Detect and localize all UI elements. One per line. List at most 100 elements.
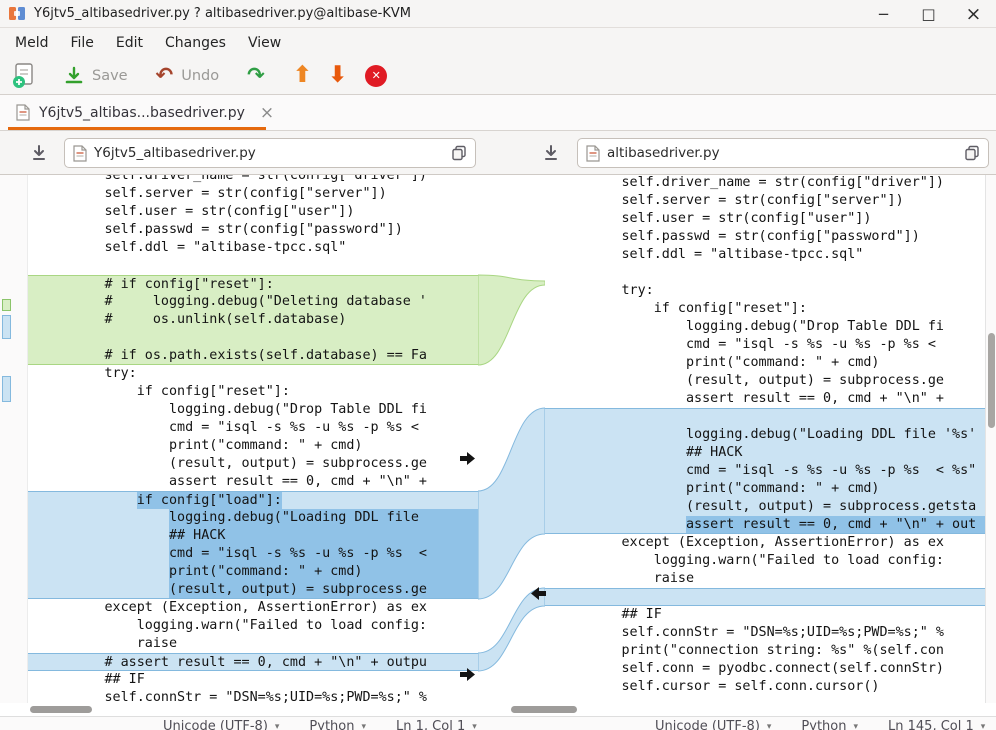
position-value: Ln 145, Col 1	[888, 719, 974, 730]
push-left-arrow-icon[interactable]	[530, 586, 547, 601]
right-vertical-scrollbar[interactable]	[985, 175, 996, 703]
left-filename: Y6jtv5_altibasedriver.py	[94, 145, 256, 161]
left-chunk-map[interactable]	[0, 175, 28, 703]
window-title: Y6jtv5_altibasedriver.py ? altibasedrive…	[34, 6, 411, 21]
save-label: Save	[92, 67, 128, 84]
next-change-button[interactable]: ⬇	[328, 64, 347, 87]
copy-path-icon[interactable]	[964, 145, 980, 161]
toolbar: Save ↶ Undo ↷ ⬆ ⬇ ✕	[0, 57, 996, 95]
scrollbar-thumb[interactable]	[511, 706, 577, 713]
close-button[interactable]: ×	[951, 0, 996, 28]
code-line: self.ddl = "altibase-tpcc.sql"	[40, 240, 347, 255]
code-line: self.connStr = "DSN=%s;UID=%s;PWD=%s;" %	[557, 625, 944, 640]
previous-change-button[interactable]: ⬆	[292, 62, 312, 88]
redo-icon: ↷	[247, 63, 265, 87]
menu-changes[interactable]: Changes	[154, 28, 237, 57]
map-mark-changed	[2, 315, 11, 339]
new-comparison-button[interactable]	[12, 62, 36, 89]
horizontal-scrollbars	[0, 703, 996, 716]
scrollbar-thumb[interactable]	[30, 706, 92, 713]
code-line: self.user = str(config["user"])	[557, 211, 872, 226]
left-goto-line-icon[interactable]	[30, 144, 48, 162]
arrow-up-icon: ⬆	[292, 62, 312, 88]
maximize-button[interactable]: □	[906, 0, 951, 28]
code-line: self.cursor = self.conn.cursor()	[557, 679, 880, 694]
left-cursor-position[interactable]: Ln 1, Col 1 ▾	[396, 719, 477, 730]
code-line: ## IF	[40, 672, 145, 687]
code-line: except (Exception, AssertionError) as ex	[40, 600, 427, 615]
right-goto-line-icon[interactable]	[542, 144, 560, 162]
save-button[interactable]: Save	[64, 66, 128, 86]
stop-button[interactable]: ✕	[365, 64, 388, 87]
minimize-button[interactable]: −	[861, 0, 906, 28]
chevron-down-icon: ▾	[980, 721, 986, 730]
code-line	[545, 408, 985, 426]
tab-label: Y6jtv5_altibas...basedriver.py	[39, 104, 245, 121]
tab-comparison[interactable]: Y6jtv5_altibas...basedriver.py ×	[8, 95, 282, 130]
code-line: # logging.debug("Deleting database '	[28, 293, 478, 311]
chevron-down-icon: ▾	[766, 721, 772, 730]
tab-close-icon[interactable]: ×	[260, 103, 274, 123]
code-line: ## HACK	[545, 444, 985, 462]
chevron-down-icon: ▾	[472, 721, 477, 730]
right-filename: altibasedriver.py	[607, 145, 720, 161]
language-value: Python	[801, 719, 847, 730]
code-line: assert result == 0, cmd + "\n" +	[40, 474, 427, 489]
code-line: logging.debug("Drop Table DDL fi	[557, 319, 944, 334]
copy-path-icon[interactable]	[451, 145, 467, 161]
code-line: cmd = "isql -s %s -u %s -p %s <	[28, 545, 478, 563]
code-line: ## HACK	[28, 527, 478, 545]
right-editor-pane[interactable]: self.driver_name = str(config["driver"])…	[545, 175, 985, 703]
menu-view[interactable]: View	[237, 28, 292, 57]
push-right-arrow-icon[interactable]	[459, 451, 476, 466]
push-right-arrow-icon[interactable]	[459, 667, 476, 682]
chevron-down-icon: ▾	[361, 721, 367, 730]
right-filename-entry[interactable]: altibasedriver.py	[577, 138, 989, 168]
undo-label: Undo	[181, 67, 220, 84]
code-line: cmd = "isql -s %s -u %s -p %s <	[40, 420, 419, 435]
menu-meld[interactable]: Meld	[4, 28, 59, 57]
code-line: if config["reset"]:	[40, 384, 290, 399]
code-line: self.server = str(config["server"])	[557, 193, 904, 208]
right-horizontal-scrollbar[interactable]	[507, 703, 985, 716]
scrollbar-thumb[interactable]	[988, 333, 995, 428]
diff-link-gutter	[478, 175, 545, 703]
right-cursor-position[interactable]: Ln 145, Col 1 ▾	[888, 719, 985, 730]
meld-window: Y6jtv5_altibasedriver.py ? altibasedrive…	[0, 0, 996, 730]
code-line: (result, output) = subprocess.getsta	[545, 498, 985, 516]
code-line: (result, output) = subprocess.ge	[28, 581, 478, 599]
chevron-down-icon: ▾	[274, 721, 280, 730]
code-line: logging.debug("Loading DDL file	[28, 509, 478, 527]
code-line: self.ddl = "altibase-tpcc.sql"	[557, 247, 864, 262]
code-line: raise	[557, 571, 695, 586]
code-line: print("command: " + cmd)	[557, 355, 880, 370]
right-language-selector[interactable]: Python ▾	[801, 719, 858, 730]
code-line: assert result == 0, cmd + "\n" + out	[545, 516, 985, 534]
left-language-selector[interactable]: Python ▾	[309, 719, 366, 730]
left-encoding-selector[interactable]: Unicode (UTF-8) ▾	[163, 719, 279, 730]
position-value: Ln 1, Col 1	[396, 719, 466, 730]
left-filename-entry[interactable]: Y6jtv5_altibasedriver.py	[64, 138, 476, 168]
left-horizontal-scrollbar[interactable]	[28, 703, 478, 716]
diff-content: self.driver_name = str(config["driver"])…	[0, 175, 996, 703]
menu-edit[interactable]: Edit	[105, 28, 154, 57]
encoding-value: Unicode (UTF-8)	[163, 719, 268, 730]
save-icon	[64, 66, 84, 86]
code-line: print("command: " + cmd)	[545, 480, 985, 498]
code-line: assert result == 0, cmd + "\n" +	[557, 391, 944, 406]
link-curve-changed	[478, 407, 545, 600]
language-value: Python	[309, 719, 355, 730]
file-icon	[73, 144, 87, 162]
code-line: self.driver_name = str(config["driver"])	[557, 175, 944, 190]
right-encoding-selector[interactable]: Unicode (UTF-8) ▾	[655, 719, 771, 730]
code-line: logging.debug("Drop Table DDL fi	[40, 402, 427, 417]
redo-button[interactable]: ↷	[247, 65, 265, 86]
code-line: print("command: " + cmd)	[40, 438, 363, 453]
active-tab-indicator	[8, 127, 266, 130]
left-editor-pane[interactable]: self.driver_name = str(config["driver"])…	[28, 175, 478, 703]
code-line: self.driver_name = str(config["driver"])	[40, 175, 427, 183]
undo-button[interactable]: ↶ Undo	[156, 65, 220, 86]
code-line: logging.warn("Failed to load config:	[557, 553, 944, 568]
menu-file[interactable]: File	[59, 28, 104, 57]
file-icon	[16, 104, 30, 121]
